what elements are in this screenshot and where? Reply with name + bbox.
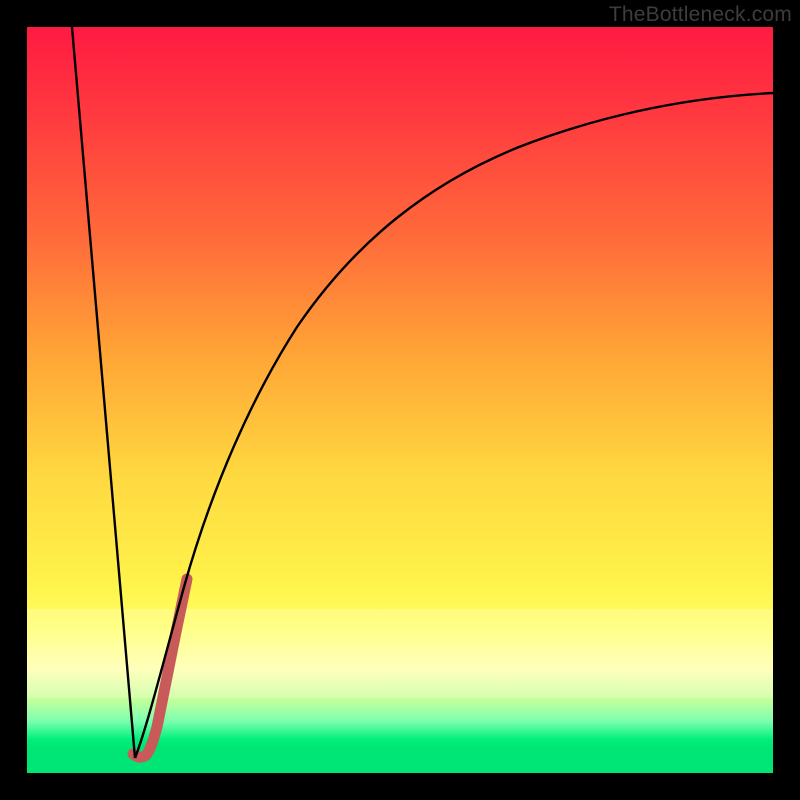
watermark-text: TheBottleneck.com <box>609 3 792 27</box>
left-descending-line <box>72 27 135 758</box>
curve-layer <box>27 27 773 773</box>
plot-area <box>27 27 773 773</box>
chart-frame: TheBottleneck.com <box>0 0 800 800</box>
bottleneck-curve <box>135 93 773 758</box>
